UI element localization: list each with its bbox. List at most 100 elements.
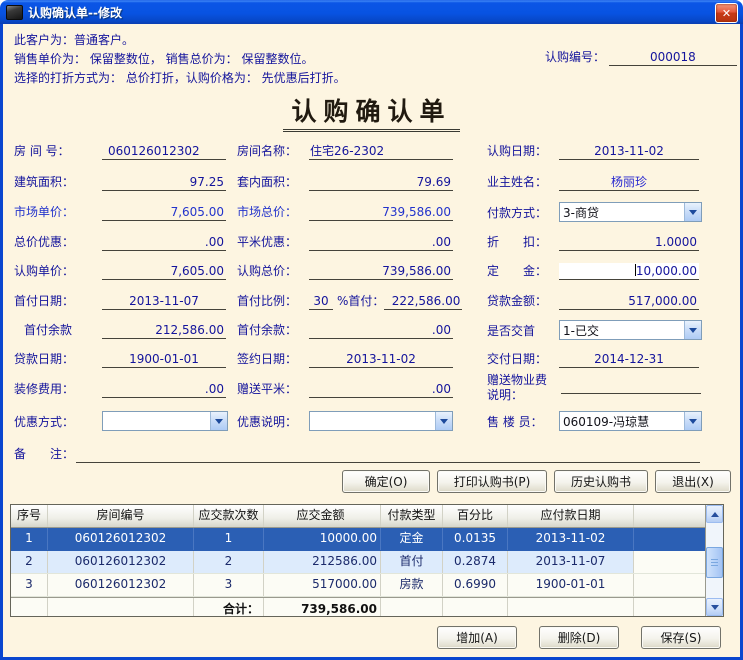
history-purchase-button[interactable]: 历史认购书 — [554, 470, 648, 493]
owner-name-field[interactable]: 杨丽珍 — [559, 174, 699, 191]
payment-method-dropdown-icon[interactable] — [684, 203, 701, 221]
discount-note-select[interactable] — [309, 411, 453, 431]
save-button[interactable]: 保存(S) — [641, 626, 721, 649]
scrollbar-track[interactable] — [706, 523, 723, 598]
page-title: 认购确认单 — [283, 97, 459, 132]
gift-property-note-label-2: 说明： — [487, 388, 547, 403]
title-bar[interactable]: 认购确认单--修改 ✕ — [0, 0, 743, 24]
table-total-row: 合计： 739,586.00 — [11, 597, 705, 616]
first-pay-ratio-field[interactable]: 30 — [309, 293, 333, 310]
salesperson-value: 060109-冯琼慧 — [560, 413, 684, 430]
scrollbar-thumb[interactable] — [706, 547, 723, 578]
inner-area-label: 套内面积： — [237, 174, 309, 191]
payment-method-label: 付款方式： — [487, 205, 559, 222]
paid-first-label: 是否交首 — [487, 323, 559, 340]
remark-field[interactable] — [76, 446, 700, 463]
table-row[interactable]: 2 060126012302 2 212586.00 首付 0.2874 201… — [11, 551, 705, 574]
cell-blank — [634, 528, 705, 550]
table-row[interactable]: 1 060126012302 1 10000.00 定金 0.0135 2013… — [11, 528, 705, 551]
first-pay-balance-mid-label: 首付余款： — [237, 322, 309, 339]
salesperson-select[interactable]: 060109-冯琼慧 — [559, 411, 702, 431]
discount-label: 折 扣： — [487, 234, 559, 251]
paid-first-dropdown-icon[interactable] — [684, 321, 701, 339]
salesperson-dropdown-icon[interactable] — [684, 412, 701, 430]
discount-method-dropdown-icon[interactable] — [210, 412, 227, 430]
loan-amount-field[interactable]: 517,000.00 — [559, 293, 699, 310]
paid-first-select[interactable]: 1-已交 — [559, 320, 702, 340]
cell-installment: 1 — [194, 528, 264, 550]
first-pay-date-label: 首付日期： — [14, 293, 102, 310]
deposit-value: 10,000.00 — [636, 264, 697, 278]
col-header-room-no[interactable]: 房间编号 — [48, 505, 194, 527]
first-pay-balance-mid-field[interactable]: .00 — [309, 322, 453, 339]
order-no-value[interactable]: 000018 — [609, 49, 737, 66]
room-name-label: 房间名称： — [237, 143, 309, 160]
add-button[interactable]: 增加(A) — [437, 626, 517, 649]
cell-due-date: 2013-11-07 — [508, 551, 634, 573]
cell-due-date: 1900-01-01 — [508, 574, 634, 596]
loan-date-field[interactable]: 1900-01-01 — [102, 351, 226, 368]
col-header-seq[interactable]: 序号 — [11, 505, 48, 527]
col-header-pay-type[interactable]: 付款类型 — [381, 505, 443, 527]
cell-pay-type: 定金 — [381, 528, 443, 550]
window-title: 认购确认单--修改 — [28, 4, 122, 21]
delete-button[interactable]: 删除(D) — [539, 626, 619, 649]
deposit-field[interactable]: 10,000.00 — [559, 263, 699, 280]
scroll-up-icon[interactable] — [706, 505, 723, 523]
scroll-down-icon[interactable] — [706, 598, 723, 616]
sign-date-label: 签约日期： — [237, 351, 309, 368]
decoration-fee-field[interactable]: .00 — [102, 381, 226, 398]
market-total-price-field[interactable]: 739,586.00 — [309, 204, 453, 221]
info-customer-type: 此客户为：普通客户。 — [14, 31, 134, 48]
sign-date-field[interactable]: 2013-11-02 — [309, 351, 453, 368]
delivery-date-label: 交付日期： — [487, 351, 559, 368]
paid-first-value: 1-已交 — [560, 322, 684, 339]
gift-property-note-field[interactable] — [561, 377, 701, 394]
discount-method-select[interactable] — [102, 411, 228, 431]
build-area-label: 建筑面积： — [14, 174, 102, 191]
col-header-blank — [634, 505, 705, 527]
build-area-field[interactable]: 97.25 — [102, 174, 226, 191]
total-discount-field[interactable]: .00 — [102, 234, 226, 251]
table-header-row: 序号 房间编号 应交款次数 应交金额 付款类型 百分比 应付款日期 — [11, 505, 705, 528]
purchase-date-field[interactable]: 2013-11-02 — [559, 143, 699, 160]
cell-seq: 3 — [11, 574, 48, 596]
col-header-percent[interactable]: 百分比 — [443, 505, 508, 527]
cell-amount: 517000.00 — [264, 574, 381, 596]
app-icon — [6, 5, 23, 20]
close-icon[interactable]: ✕ — [715, 3, 738, 23]
first-pay-amount-field[interactable]: 222,586.00 — [384, 293, 462, 310]
payment-method-select[interactable]: 3-商贷 — [559, 202, 702, 222]
col-header-installment[interactable]: 应交款次数 — [194, 505, 264, 527]
cell-amount: 10000.00 — [264, 528, 381, 550]
remark-label: 备 注： — [14, 446, 76, 463]
table-row[interactable]: 3 060126012302 3 517000.00 房款 0.6990 190… — [11, 574, 705, 597]
inner-area-field[interactable]: 79.69 — [309, 174, 453, 191]
discount-note-dropdown-icon[interactable] — [435, 412, 452, 430]
purchase-unit-price-field[interactable]: 7,605.00 — [102, 263, 226, 280]
vertical-scrollbar[interactable] — [705, 505, 723, 616]
market-unit-price-field[interactable]: 7,605.00 — [102, 204, 226, 221]
cell-installment: 2 — [194, 551, 264, 573]
room-no-field[interactable]: 060126012302 — [102, 143, 226, 160]
first-pay-balance-left-label: 首付余款 — [24, 322, 102, 339]
print-purchase-button[interactable]: 打印认购书(P) — [437, 470, 547, 493]
purchase-total-price-field[interactable]: 739,586.00 — [309, 263, 453, 280]
sqm-discount-field[interactable]: .00 — [309, 234, 453, 251]
exit-button[interactable]: 退出(X) — [655, 470, 731, 493]
gift-sqm-field[interactable]: .00 — [309, 381, 453, 398]
col-header-due-date[interactable]: 应付款日期 — [508, 505, 634, 527]
first-pay-balance-left-field[interactable]: 212,586.00 — [102, 322, 226, 339]
col-header-amount[interactable]: 应交金额 — [264, 505, 381, 527]
purchase-date-label: 认购日期： — [487, 143, 559, 160]
payment-schedule-table: 序号 房间编号 应交款次数 应交金额 付款类型 百分比 应付款日期 1 0601… — [10, 504, 724, 617]
room-name-field[interactable]: 住宅26-2302 — [309, 143, 453, 160]
info-discount-mode: 选择的打折方式为： 总价打折，认购价格为： 先优惠后打折。 — [14, 69, 346, 86]
confirm-button[interactable]: 确定(O) — [342, 470, 430, 493]
first-pay-date-field[interactable]: 2013-11-07 — [102, 293, 226, 310]
delivery-date-field[interactable]: 2014-12-31 — [559, 351, 699, 368]
total-discount-label: 总价优惠： — [14, 234, 102, 251]
cell-seq: 2 — [11, 551, 48, 573]
first-pay-unit-label: %首付： — [333, 293, 384, 310]
discount-field[interactable]: 1.0000 — [559, 234, 699, 251]
